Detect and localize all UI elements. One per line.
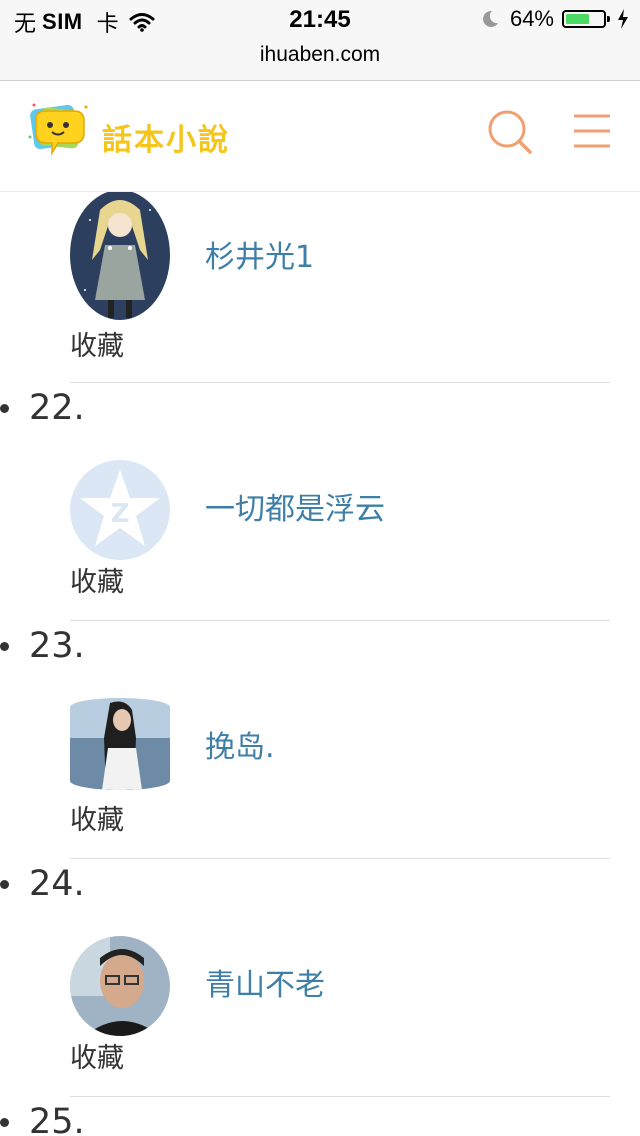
user-list: 杉井光1 收藏 22. Z 一切都是浮云 收藏 23. 挽岛. 收藏 24. 青… (0, 192, 640, 1136)
bullet-icon (0, 1117, 9, 1127)
avatar[interactable] (70, 936, 170, 1036)
logo-text: 話本小說 (102, 123, 230, 158)
status-bar-right: 64% (480, 6, 630, 32)
number-label: 23. (29, 626, 85, 666)
divider (70, 382, 610, 383)
divider (70, 1096, 610, 1097)
divider (70, 858, 610, 859)
list-number: 23. (0, 626, 85, 666)
avatar[interactable] (70, 192, 170, 320)
status-bar: 无 SIM 卡 21:45 64% (0, 0, 640, 40)
number-label: 24. (29, 864, 85, 904)
girl-photo-avatar (70, 698, 170, 790)
anime-girl-avatar (70, 192, 170, 320)
username-link[interactable]: 一切都是浮云 (205, 484, 385, 528)
battery-icon (562, 10, 610, 28)
site-logo[interactable]: 話本小說 (26, 99, 256, 169)
qq-default-avatar: Z (70, 460, 170, 560)
bullet-icon (0, 641, 9, 651)
moon-icon (483, 10, 498, 27)
battery-percent: 64% (509, 6, 554, 31)
list-number: 24. (0, 864, 85, 904)
list-number: 22. (0, 388, 85, 428)
bullet-icon (0, 403, 9, 413)
number-label: 22. (29, 388, 85, 428)
collect-button[interactable]: 收藏 (70, 1036, 124, 1075)
svg-text:Z: Z (111, 499, 130, 529)
list-number: 25. (0, 1102, 85, 1136)
username-link[interactable]: 挽岛. (205, 722, 275, 766)
site-header: 話本小說 (0, 81, 640, 192)
avatar[interactable] (70, 698, 170, 790)
address-bar[interactable]: ihuaben.com (0, 40, 640, 81)
username-link[interactable]: 杉井光1 (205, 232, 314, 276)
avatar[interactable]: Z (70, 460, 170, 560)
number-label: 25. (29, 1102, 85, 1136)
menu-icon[interactable] (572, 113, 612, 149)
collect-button[interactable]: 收藏 (70, 560, 124, 599)
collect-button[interactable]: 收藏 (70, 798, 124, 837)
battery-fill (566, 14, 590, 24)
url-text[interactable]: ihuaben.com (260, 43, 380, 66)
search-icon[interactable] (485, 107, 533, 155)
logo-icon (28, 103, 88, 156)
man-photo-avatar (70, 936, 170, 1036)
divider (70, 620, 610, 621)
charging-icon (618, 9, 628, 29)
bullet-icon (0, 879, 9, 889)
collect-button[interactable]: 收藏 (70, 324, 124, 363)
username-link[interactable]: 青山不老 (205, 960, 325, 1004)
